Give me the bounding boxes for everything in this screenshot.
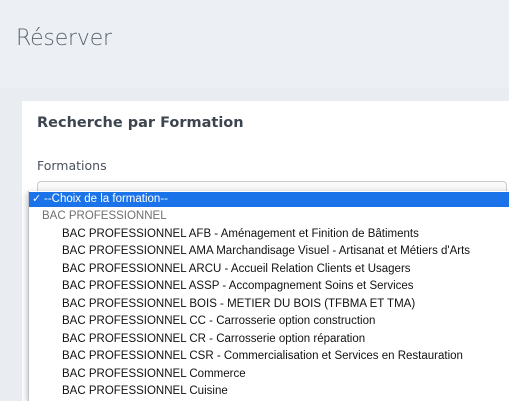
dropdown-option[interactable]: BAC PROFESSIONNEL AFB - Aménagement et F… bbox=[29, 226, 509, 244]
dropdown-option[interactable]: BAC PROFESSIONNEL ARCU - Accueil Relatio… bbox=[29, 261, 509, 279]
dropdown-option[interactable]: BAC PROFESSIONNEL CR - Carrosserie optio… bbox=[29, 331, 509, 349]
dropdown-optgroup-label: BAC PROFESSIONNEL bbox=[42, 210, 167, 222]
formations-dropdown-list[interactable]: ✓ --Choix de la formation-- BAC PROFESSIO… bbox=[28, 191, 509, 401]
search-card-title: Recherche par Formation bbox=[37, 115, 244, 131]
dropdown-option-label: --Choix de la formation-- bbox=[44, 193, 168, 205]
dropdown-option[interactable]: BAC PROFESSIONNEL BOIS - METIER DU BOIS … bbox=[29, 296, 509, 314]
page-title: Réserver bbox=[16, 26, 112, 51]
page-header: Réserver bbox=[0, 0, 509, 88]
dropdown-option-selected[interactable]: ✓ --Choix de la formation-- bbox=[29, 192, 509, 207]
dropdown-option[interactable]: BAC PROFESSIONNEL CSR - Commercialisatio… bbox=[29, 348, 509, 366]
dropdown-option[interactable]: BAC PROFESSIONNEL CC - Carrosserie optio… bbox=[29, 313, 509, 331]
dropdown-option[interactable]: BAC PROFESSIONNEL ASSP - Accompagnement … bbox=[29, 278, 509, 296]
dropdown-option[interactable]: BAC PROFESSIONNEL AMA Marchandisage Visu… bbox=[29, 243, 509, 261]
check-icon: ✓ bbox=[32, 193, 42, 205]
dropdown-option[interactable]: BAC PROFESSIONNEL Commerce bbox=[29, 366, 509, 384]
formations-label: Formations bbox=[37, 158, 107, 173]
